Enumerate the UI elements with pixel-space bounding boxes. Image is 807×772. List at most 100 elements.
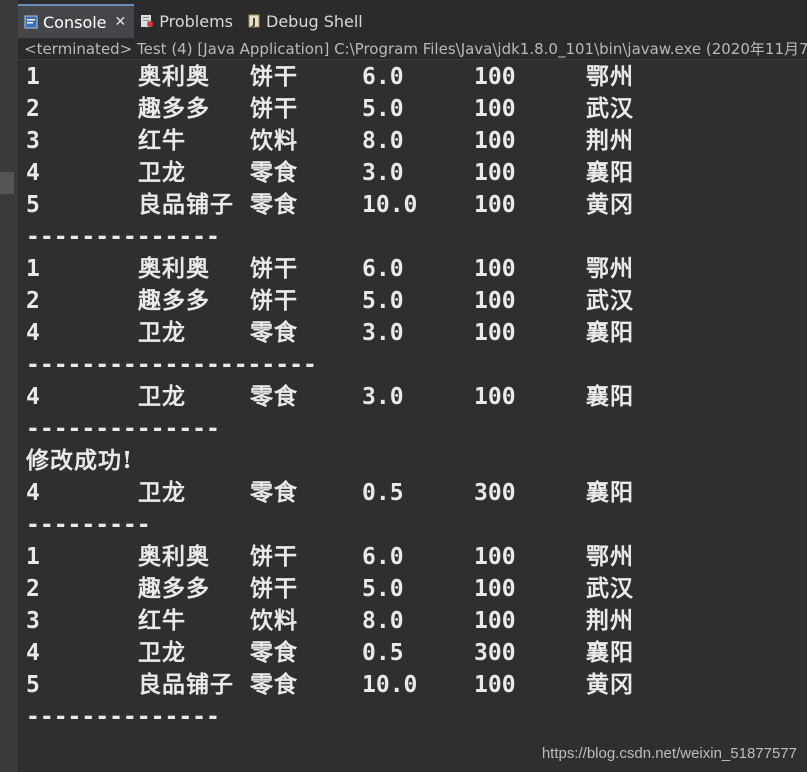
close-icon[interactable]: ✕ — [115, 14, 127, 30]
console-row: 3 红牛 饮料 8.0 100 荆州 — [26, 125, 796, 157]
row-name: 趣多多 — [138, 287, 210, 314]
console-row: 5 良品铺子 零食 10.0 100 黄冈 — [26, 669, 796, 701]
process-status-line: <terminated> Test (4) [Java Application]… — [18, 38, 807, 60]
console-output[interactable]: 1 奥利奥 饼干 6.0 100 鄂州 2 趣多多 饼干 5.0 100 武汉 3 红牛 饮料 8.0 100 荆… — [26, 61, 796, 733]
row-quantity: 100 — [474, 128, 516, 154]
row-id: 1 — [26, 544, 40, 570]
row-city: 襄阳 — [586, 479, 634, 506]
row-city: 鄂州 — [586, 543, 634, 570]
row-city: 襄阳 — [586, 319, 634, 346]
tab-problems[interactable]: Problems — [134, 4, 241, 38]
row-price: 3.0 — [362, 384, 404, 410]
row-price: 5.0 — [362, 96, 404, 122]
row-name: 卫龙 — [138, 479, 186, 506]
console-row: 4 卫龙 零食 3.0 100 襄阳 — [26, 157, 796, 189]
row-city: 襄阳 — [586, 383, 634, 410]
row-category: 零食 — [250, 383, 298, 410]
row-id: 4 — [26, 640, 40, 666]
separator-text: --------- — [26, 512, 151, 538]
row-category: 零食 — [250, 639, 298, 666]
row-city: 黄冈 — [586, 191, 634, 218]
row-city: 襄阳 — [586, 159, 634, 186]
row-id: 1 — [26, 256, 40, 282]
row-category: 饼干 — [250, 543, 298, 570]
row-name: 卫龙 — [138, 319, 186, 346]
row-city: 荆州 — [586, 127, 634, 154]
row-id: 4 — [26, 480, 40, 506]
row-price: 6.0 — [362, 64, 404, 90]
row-id: 5 — [26, 192, 40, 218]
row-city: 鄂州 — [586, 63, 634, 90]
row-category: 饼干 — [250, 287, 298, 314]
row-name: 良品铺子 — [138, 671, 234, 698]
row-name: 奥利奥 — [138, 255, 210, 282]
message-text: 修改成功! — [26, 447, 134, 474]
row-city: 武汉 — [586, 287, 634, 314]
console-separator: -------------- — [26, 701, 796, 733]
row-category: 饼干 — [250, 63, 298, 90]
row-quantity: 100 — [474, 288, 516, 314]
row-name: 红牛 — [138, 127, 186, 154]
row-price: 10.0 — [362, 672, 418, 698]
row-quantity: 100 — [474, 256, 516, 282]
row-city: 武汉 — [586, 575, 634, 602]
separator-text: -------------- — [26, 416, 220, 442]
left-gutter — [0, 0, 19, 772]
row-price: 0.5 — [362, 640, 404, 666]
tab-console[interactable]: Console ✕ — [18, 4, 135, 38]
row-price: 6.0 — [362, 256, 404, 282]
console-row: 1 奥利奥 饼干 6.0 100 鄂州 — [26, 541, 796, 573]
row-id: 3 — [26, 608, 40, 634]
console-row: 4 卫龙 零食 0.5 300 襄阳 — [26, 477, 796, 509]
gutter-marker[interactable] — [0, 172, 14, 194]
console-row: 4 卫龙 零食 3.0 100 襄阳 — [26, 317, 796, 349]
row-id: 2 — [26, 96, 40, 122]
console-row: 4 卫龙 零食 3.0 100 襄阳 — [26, 381, 796, 413]
row-city: 荆州 — [586, 607, 634, 634]
console-separator: --------- — [26, 509, 796, 541]
row-name: 卫龙 — [138, 159, 186, 186]
row-quantity: 100 — [474, 192, 516, 218]
row-category: 饮料 — [250, 127, 298, 154]
row-name: 卫龙 — [138, 639, 186, 666]
tab-debug-shell-label: Debug Shell — [266, 11, 363, 31]
row-price: 5.0 — [362, 288, 404, 314]
console-row: 5 良品铺子 零食 10.0 100 黄冈 — [26, 189, 796, 221]
row-name: 卫龙 — [138, 383, 186, 410]
row-price: 0.5 — [362, 480, 404, 506]
row-id: 2 — [26, 288, 40, 314]
tab-console-label: Console — [43, 12, 107, 32]
console-view: Console ✕ Problems J Debug Shell <termin… — [0, 0, 807, 772]
row-name: 趣多多 — [138, 95, 210, 122]
row-price: 8.0 — [362, 608, 404, 634]
separator-text: -------------- — [26, 224, 220, 250]
row-price: 3.0 — [362, 160, 404, 186]
console-row: 4 卫龙 零食 0.5 300 襄阳 — [26, 637, 796, 669]
svg-text:J: J — [251, 17, 256, 28]
row-category: 零食 — [250, 191, 298, 218]
row-name: 红牛 — [138, 607, 186, 634]
console-row: 2 趣多多 饼干 5.0 100 武汉 — [26, 93, 796, 125]
console-separator: --------------------- — [26, 349, 796, 381]
separator-text: -------------- — [26, 704, 220, 730]
row-name: 趣多多 — [138, 575, 210, 602]
row-category: 零食 — [250, 671, 298, 698]
console-row: 2 趣多多 饼干 5.0 100 武汉 — [26, 573, 796, 605]
row-category: 零食 — [250, 319, 298, 346]
row-quantity: 300 — [474, 640, 516, 666]
view-tab-bar: Console ✕ Problems J Debug Shell — [18, 0, 807, 38]
row-quantity: 300 — [474, 480, 516, 506]
row-id: 4 — [26, 160, 40, 186]
tab-debug-shell[interactable]: J Debug Shell — [241, 4, 371, 38]
console-separator: -------------- — [26, 413, 796, 445]
row-category: 饼干 — [250, 255, 298, 282]
row-city: 黄冈 — [586, 671, 634, 698]
row-id: 1 — [26, 64, 40, 90]
debug-shell-icon: J — [247, 14, 261, 28]
separator-text: --------------------- — [26, 352, 317, 378]
problems-icon — [140, 14, 154, 28]
row-category: 饼干 — [250, 95, 298, 122]
console-row: 3 红牛 饮料 8.0 100 荆州 — [26, 605, 796, 637]
row-name: 奥利奥 — [138, 63, 210, 90]
watermark: https://blog.csdn.net/weixin_51877577 — [541, 745, 797, 762]
